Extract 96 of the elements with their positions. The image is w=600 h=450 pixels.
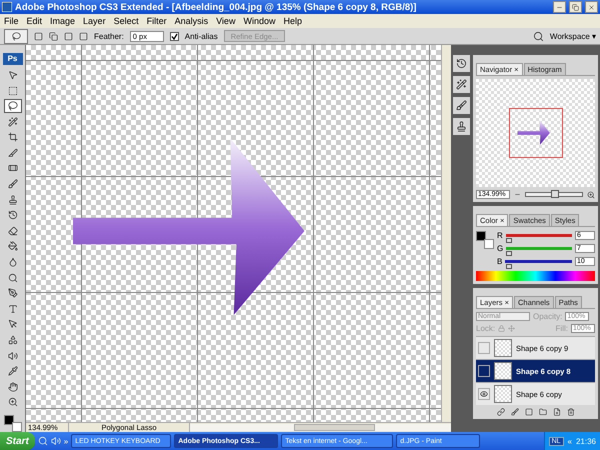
foreground-color-swatch[interactable] [4,414,14,425]
brush-icon [8,179,18,190]
move-icon [508,325,516,332]
channel-label: R [497,231,503,240]
channel-slider-thumb[interactable] [506,264,512,269]
eye-icon [480,390,488,398]
feather-label: Feather: [94,32,124,40]
menu-item[interactable]: Layer [83,16,106,26]
dashed-square-icon [8,86,18,96]
magic-wand-icon [8,116,18,127]
layer-thumbnail [494,362,512,380]
channel-label: G [497,244,504,253]
lasso-icon [12,32,20,40]
dock-button[interactable] [453,97,470,114]
zoom-icon [8,397,18,408]
paint-bucket-icon [8,241,18,252]
menu-item[interactable]: File [4,16,19,26]
magnifier-icon [8,272,18,283]
checkmark-icon [170,32,178,40]
zoom-slider-thumb[interactable] [551,190,559,198]
bandage-icon [8,163,18,174]
app-logo: Ps [2,53,22,65]
close-icon [588,4,595,10]
horizontal-scrollbar[interactable] [190,424,451,431]
color-spectrum[interactable] [476,271,595,281]
view-frame[interactable] [508,108,562,158]
eyedropper-icon [8,366,18,376]
zoom-slider-track[interactable] [525,192,583,197]
window-title: Adobe Photoshop CS3 Extended - [Afbeelding_004.jpg @ 135% (Shape 6 copy 8, RGB/8)] [15,2,418,12]
lock-icon [498,325,506,332]
dock-button[interactable] [453,76,470,93]
app-icon [2,2,12,12]
menu-item[interactable]: Help [283,16,302,26]
dock-button[interactable] [453,118,470,135]
zoom-in-icon [587,190,595,198]
pointer-icon [8,319,18,330]
knife-icon [8,148,18,158]
trash-icon [566,408,574,416]
text-icon [8,304,18,314]
zoom-out-icon [514,191,521,198]
workspace-search-icon [532,30,544,42]
new-selection-icon [34,32,43,40]
channel-slider-thumb[interactable] [506,238,512,243]
folder-icon [538,408,546,416]
hand-icon [8,382,18,392]
quick-launch-icon [38,436,48,446]
dock-button[interactable] [453,55,470,72]
layer-thumbnail [494,339,512,357]
layer-thumbnail [494,385,512,403]
brush-icon [456,100,467,111]
fill-label: Fill: [556,324,568,333]
move-arrow-icon [8,70,18,80]
droplet-icon [8,257,18,268]
menu-item[interactable]: Analysis [174,16,208,26]
visibility-toggle[interactable] [478,388,490,400]
restore-button[interactable] [569,1,582,13]
menu-item[interactable]: View [216,16,236,26]
menu-item[interactable]: Filter [146,16,167,26]
foreground-color-swatch[interactable] [476,231,486,241]
eraser-icon [8,226,18,236]
vertical-scrollbar[interactable] [441,45,451,422]
tool-preset-picker[interactable] [4,28,28,44]
lasso-icon [8,101,18,112]
more-chevron[interactable]: » [64,436,68,446]
minimize-button[interactable] [553,1,566,13]
stamp-icon [8,194,18,205]
menu-item[interactable]: Select [114,16,139,26]
quick-launch-icon [50,436,61,446]
visibility-toggle[interactable] [478,365,490,377]
background-color-swatch[interactable] [12,422,22,432]
crop-icon [8,132,18,142]
restore-icon [572,4,579,10]
menu-item[interactable]: Edit [26,16,42,26]
tool-button[interactable] [4,98,22,114]
stamp-icon [456,121,467,132]
lock-label: Lock: [476,324,496,333]
history-icon [456,58,467,69]
anti-alias-checkbox[interactable] [170,32,179,40]
pen-icon [8,288,18,298]
workspace-menu[interactable]: Workspace ▾ [550,32,596,40]
speaker-icon [8,350,18,361]
menu-item[interactable]: Image [50,16,76,26]
new-layer-icon [552,408,560,416]
link-icon [496,408,504,416]
clock: 21:36 [576,436,596,446]
channel-slider-thumb[interactable] [506,251,512,256]
add-selection-icon [49,32,58,40]
history-icon [8,210,18,220]
channel-label: B [497,257,502,266]
opacity-label: Opacity: [533,312,562,321]
menu-item[interactable]: Window [243,16,276,26]
background-color-swatch[interactable] [484,239,494,249]
shapes-icon [8,335,18,346]
anti-alias-label: Anti-alias [184,32,218,40]
visibility-toggle[interactable] [478,342,490,354]
close-button[interactable] [585,1,598,13]
